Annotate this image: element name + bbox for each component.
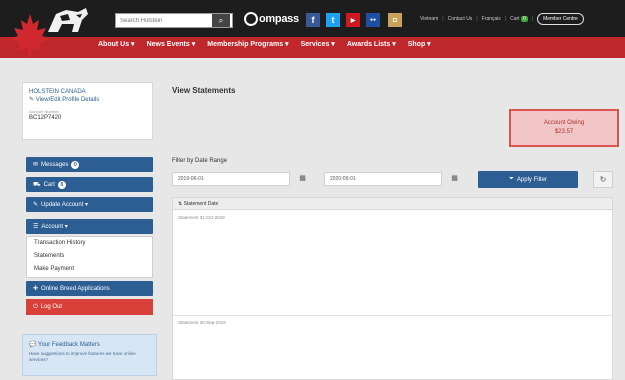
compass-label: ompass [259,12,299,25]
owing-label: Account Owing [543,120,585,126]
messages-count-badge: 0 [71,160,80,169]
logout-button[interactable]: ⏻ Log Out [26,299,153,315]
list-icon: ☰ [33,224,39,230]
divider: | [476,16,478,22]
date-from-input[interactable]: 2019-06-01 [172,172,290,186]
account-owing-alert: Account Owing $23.57 [509,109,619,147]
online-applications-button[interactable]: ✚ Online Breed Applications [26,281,153,296]
statement-link[interactable]: Statement 31-Oct-2019 [178,215,225,220]
owing-amount: $23.57 [554,129,574,135]
date-to-input[interactable]: 2020-09-01 [324,172,442,186]
org-name: HOLSTEIN CANADA [29,89,86,95]
account-number: BC12P7420 [29,115,62,121]
table-header[interactable]: ⇅ Statement Date [173,198,612,210]
profile-card: HOLSTEIN CANADA ✎ View/Edit Profile Deta… [22,82,153,140]
calendar-icon[interactable]: ▦ [296,172,309,186]
cart-button-label: Cart [43,181,55,188]
statement-link[interactable]: Statement 30-Sep-2019 [178,320,226,325]
top-links: Vietnam | Contact Us | Français | Cart 0… [420,13,584,25]
reset-icon: ↻ [599,175,607,184]
pencil-icon: ✎ [33,202,39,208]
compass-logo[interactable]: ompass [244,12,299,26]
cart-link[interactable]: Cart 0 [510,16,528,22]
main-nav: About Us ▾ News Events ▾ Membership Prog… [98,40,431,48]
online-applications-label: Online Breed Applications [41,285,110,292]
feedback-title: Your Feedback Matters [38,342,100,348]
page-title: View Statements [172,86,236,95]
cart-button[interactable]: ⛟ Cart 0 [26,177,153,192]
table-row[interactable]: Statement 31-Oct-2019 [173,211,612,313]
cart-count-badge: 0 [520,16,528,22]
statements-table: ⇅ Statement Date Statement 31-Oct-2019 S… [172,197,613,380]
apply-filter-label: Apply Filter [516,176,547,183]
toplink-contact[interactable]: Contact Us [448,16,473,22]
site-search: ⌕ [115,13,233,28]
twitter-icon[interactable]: t [326,13,340,27]
apply-filter-button[interactable]: ⏷ Apply Filter [478,171,578,188]
menu-item-make-payment[interactable]: Make Payment [27,263,152,276]
divider: | [531,16,534,22]
toplink-french[interactable]: Français [482,16,501,22]
nav-shop[interactable]: Shop ▾ [408,40,431,48]
update-account-label: Update Account ▾ [41,202,89,208]
instagram-icon[interactable]: ◘ [388,13,402,27]
account-button[interactable]: ☰ Account ▾ [26,219,153,234]
feedback-text: Have suggestions to improve features we … [29,351,136,362]
site-header: ⌕ ompass f t ▶ ●● ◘ Vietnam | Contact Us… [0,0,625,58]
account-label: Account ▾ [41,224,68,230]
youtube-icon[interactable]: ▶ [346,13,360,27]
nav-awards-lists[interactable]: Awards Lists ▾ [347,40,396,48]
nav-news-events[interactable]: News Events ▾ [147,40,196,48]
cart-button-count-badge: 0 [57,180,66,189]
logout-label: Log Out [40,304,63,310]
nav-membership-programs[interactable]: Membership Programs ▾ [207,40,288,48]
comment-icon: 💬 [29,342,37,348]
cart-icon: ⛟ [33,181,41,188]
nav-services[interactable]: Services ▾ [301,40,335,48]
holstein-cow-logo[interactable] [44,6,90,36]
member-centre-button[interactable]: Member Centre [537,13,584,25]
compass-ring-icon [244,12,258,26]
account-dropdown-menu: Transaction History Statements Make Paym… [26,236,153,278]
messages-label: Messages [41,161,69,168]
edit-profile-link[interactable]: ✎ View/Edit Profile Details [29,96,146,103]
envelope-icon: ✉ [33,162,39,168]
menu-item-statements[interactable]: Statements [27,250,152,263]
update-account-button[interactable]: ✎ Update Account ▾ [26,197,153,212]
account-number-label: Account Number [29,109,59,114]
flickr-icon[interactable]: ●● [366,13,380,27]
search-icon[interactable]: ⌕ [212,14,230,27]
messages-button[interactable]: ✉ Messages 0 [26,157,153,172]
reset-button[interactable]: ↻ [593,171,613,188]
divider: | [442,16,444,22]
statement-date-header: Statement Date [183,201,219,207]
facebook-icon[interactable]: f [306,13,320,27]
calendar-icon[interactable]: ▦ [448,172,461,186]
divider: | [504,16,507,22]
edit-profile-label: View/Edit Profile Details [35,97,100,103]
filter-icon: ⏷ [509,176,514,182]
nav-about-us[interactable]: About Us ▾ [98,40,135,48]
table-row[interactable]: Statement 30-Sep-2019 [173,315,612,379]
toplink-vietnam[interactable]: Vietnam [420,16,438,22]
feedback-panel[interactable]: 💬 Your Feedback Matters Have suggestions… [22,334,157,376]
power-icon: ⏻ [33,303,38,310]
menu-item-transaction-history[interactable]: Transaction History [27,237,152,250]
cart-label: Cart [510,16,520,22]
plus-icon: ✚ [33,286,39,292]
search-input[interactable] [116,14,212,27]
filter-label: Filter by Date Range [172,158,228,164]
